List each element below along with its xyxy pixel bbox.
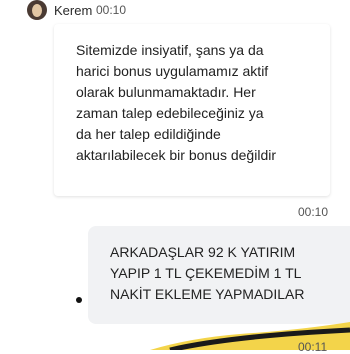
agent-name: Kerem [54,3,93,18]
agent-message-bubble: Sitemizde insiyatif, şans ya da harici b… [54,24,330,196]
chat-header: Kerem 00:10 [0,0,350,24]
user-message-bubble: ARKADAŞLAR 92 K YATIRIM YAPIP 1 TL ÇEKEM… [88,226,350,324]
message-status-dot [76,297,82,303]
user-message-timestamp: 00:11 [298,340,328,354]
agent-message-text: Sitemizde insiyatif, şans ya da harici b… [76,42,276,163]
agent-avatar[interactable] [27,0,47,20]
agent-message-timestamp: 00:10 [298,205,329,219]
user-message-text: ARKADAŞLAR 92 K YATIRIM YAPIP 1 TL ÇEKEM… [110,244,305,302]
header-timestamp: 00:10 [96,3,127,17]
